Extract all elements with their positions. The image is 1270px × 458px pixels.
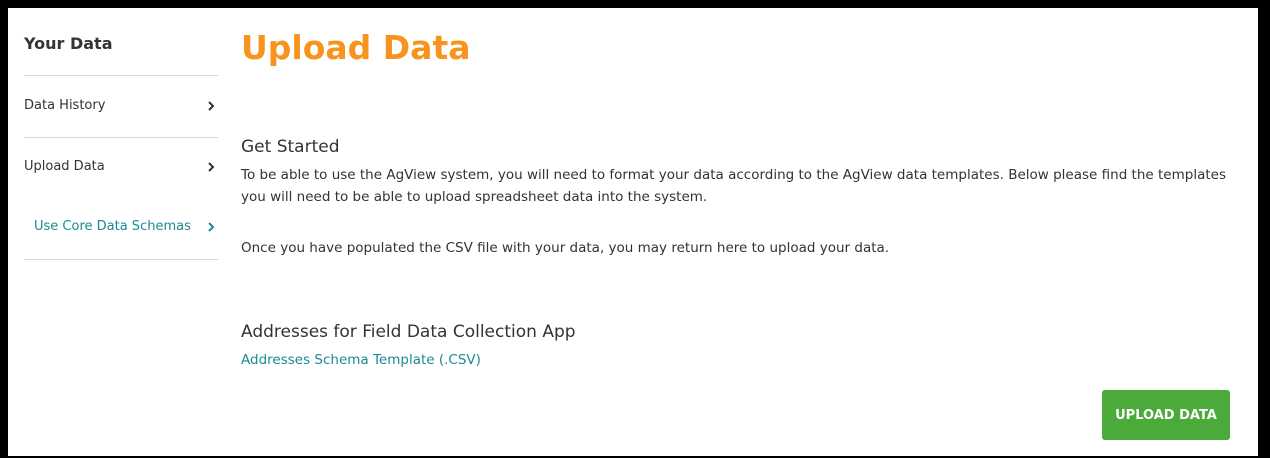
sidebar-title: Your Data (24, 34, 113, 53)
page-frame: Your Data Data History Upload Data Use C… (8, 8, 1258, 456)
sidebar-item-label: Use Core Data Schemas (34, 219, 191, 234)
sidebar-item-data-history[interactable]: Data History (24, 95, 218, 119)
addresses-schema-template-link[interactable]: Addresses Schema Template (.CSV) (241, 352, 481, 368)
get-started-note: Once you have populated the CSV file wit… (241, 240, 890, 256)
sidebar-item-label: Data History (24, 98, 106, 113)
chevron-right-icon (208, 222, 215, 232)
get-started-heading: Get Started (241, 137, 340, 157)
addresses-heading: Addresses for Field Data Collection App (241, 322, 576, 342)
upload-data-button[interactable]: UPLOAD DATA (1102, 390, 1230, 440)
sidebar-divider (24, 137, 218, 138)
sidebar-divider (24, 259, 218, 260)
get-started-paragraph: To be able to use the AgView system, you… (241, 167, 1226, 205)
sidebar-item-use-core-data-schemas[interactable]: Use Core Data Schemas (24, 216, 218, 240)
chevron-right-icon (208, 162, 215, 172)
page-title: Upload Data (241, 28, 471, 67)
sidebar-divider (24, 75, 218, 76)
chevron-right-icon (208, 101, 215, 111)
sidebar-item-label: Upload Data (24, 159, 105, 174)
sidebar-item-upload-data[interactable]: Upload Data (24, 156, 218, 180)
